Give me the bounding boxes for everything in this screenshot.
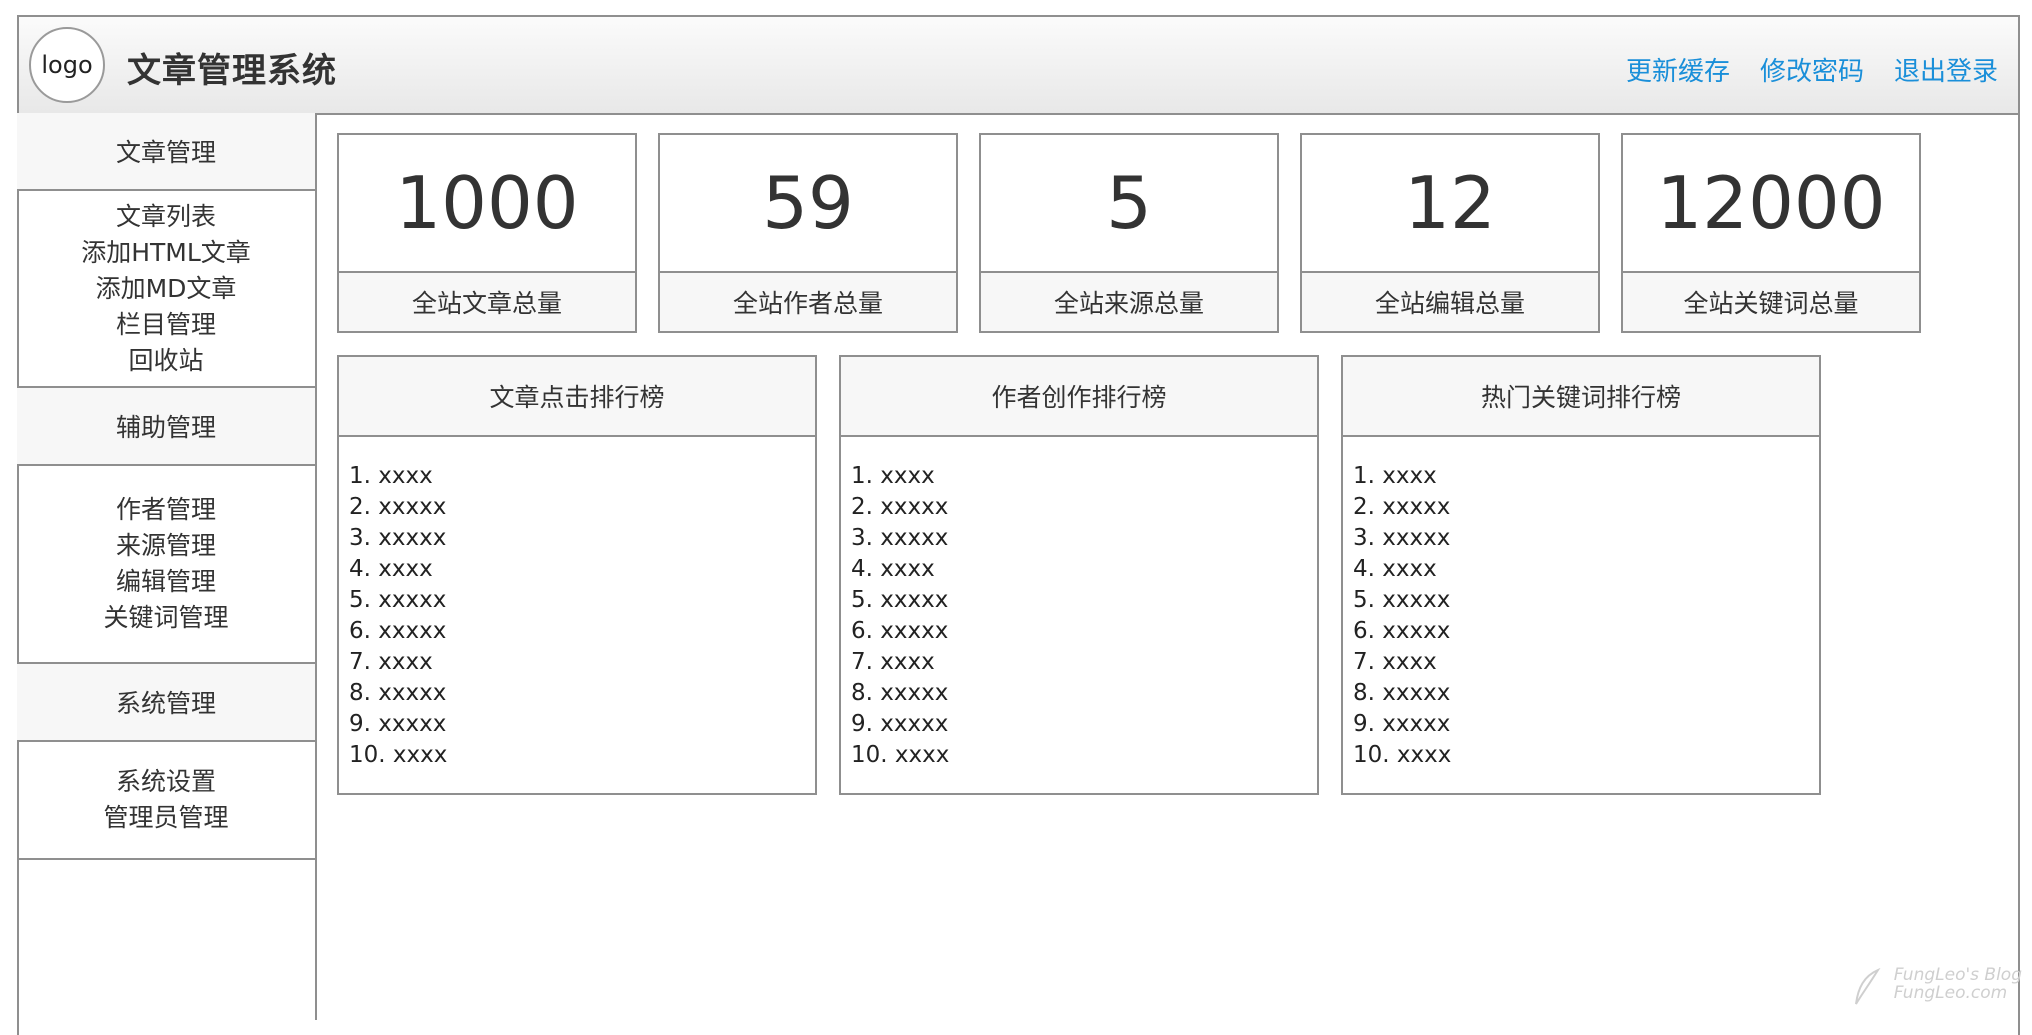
stat-label: 全站来源总量	[981, 273, 1277, 331]
nav-group-system-items: 系统设置 管理员管理	[17, 742, 315, 860]
ranking-list: 1. xxxx 2. xxxxx 3. xxxxx 4. xxxx 5. xxx…	[841, 437, 1317, 771]
stat-label: 全站作者总量	[660, 273, 956, 331]
ranking-item[interactable]: 4. xxxx	[851, 554, 1307, 585]
ranking-item[interactable]: 2. xxxxx	[851, 492, 1307, 523]
hot-keyword-ranking-panel: 热门关键词排行榜 1. xxxx 2. xxxxx 3. xxxxx 4. xx…	[1341, 355, 1821, 795]
logout-link[interactable]: 退出登录	[1894, 51, 1998, 88]
stat-value: 1000	[339, 135, 635, 273]
ranking-item[interactable]: 5. xxxxx	[1353, 585, 1809, 616]
ranking-item[interactable]: 10. xxxx	[1353, 740, 1809, 771]
ranking-item[interactable]: 9. xxxxx	[1353, 709, 1809, 740]
ranking-list: 1. xxxx 2. xxxxx 3. xxxxx 4. xxxx 5. xxx…	[1343, 437, 1819, 771]
ranking-item[interactable]: 5. xxxxx	[349, 585, 805, 616]
ranking-item[interactable]: 3. xxxxx	[1353, 523, 1809, 554]
change-password-link[interactable]: 修改密码	[1760, 51, 1864, 88]
header-actions: 更新缓存 修改密码 退出登录	[1626, 51, 1998, 88]
ranking-item[interactable]: 3. xxxxx	[349, 523, 805, 554]
stat-value: 12000	[1623, 135, 1919, 273]
nav-group-system-management[interactable]: 系统管理	[17, 664, 315, 742]
nav-item-author-management[interactable]: 作者管理	[116, 492, 216, 528]
ranking-item[interactable]: 6. xxxxx	[1353, 616, 1809, 647]
ranking-item[interactable]: 9. xxxxx	[349, 709, 805, 740]
author-creation-ranking-panel: 作者创作排行榜 1. xxxx 2. xxxxx 3. xxxxx 4. xxx…	[839, 355, 1319, 795]
nav-group-article-items: 文章列表 添加HTML文章 添加MD文章 栏目管理 回收站	[17, 191, 315, 388]
nav-item-keyword-management[interactable]: 关键词管理	[103, 600, 228, 636]
nav-item-system-settings[interactable]: 系统设置	[116, 764, 216, 800]
ranking-item[interactable]: 8. xxxxx	[1353, 678, 1809, 709]
ranking-item[interactable]: 6. xxxxx	[349, 616, 805, 647]
ranking-title: 热门关键词排行榜	[1343, 357, 1819, 437]
ranking-item[interactable]: 8. xxxxx	[349, 678, 805, 709]
ranking-item[interactable]: 3. xxxxx	[851, 523, 1307, 554]
ranking-item[interactable]: 7. xxxx	[349, 647, 805, 678]
header: logo 文章管理系统 更新缓存 修改密码 退出登录	[17, 15, 2020, 115]
nav-item-article-list[interactable]: 文章列表	[116, 199, 216, 235]
ranking-item[interactable]: 1. xxxx	[1353, 461, 1809, 492]
watermark-line1: FungLeo's Blog	[1893, 965, 2022, 985]
ranking-item[interactable]: 1. xxxx	[851, 461, 1307, 492]
ranking-item[interactable]: 8. xxxxx	[851, 678, 1307, 709]
stat-label: 全站关键词总量	[1623, 273, 1919, 331]
ranking-item[interactable]: 2. xxxxx	[349, 492, 805, 523]
logo[interactable]: logo	[29, 27, 105, 103]
ranking-item[interactable]: 1. xxxx	[349, 461, 805, 492]
ranking-item[interactable]: 4. xxxx	[349, 554, 805, 585]
refresh-cache-link[interactable]: 更新缓存	[1626, 51, 1730, 88]
article-click-ranking-panel: 文章点击排行榜 1. xxxx 2. xxxxx 3. xxxxx 4. xxx…	[337, 355, 817, 795]
nav-item-add-html-article[interactable]: 添加HTML文章	[81, 235, 251, 271]
sidebar: 文章管理 文章列表 添加HTML文章 添加MD文章 栏目管理 回收站 辅助管理 …	[17, 113, 317, 1020]
ranking-item[interactable]: 5. xxxxx	[851, 585, 1307, 616]
stat-label: 全站编辑总量	[1302, 273, 1598, 331]
ranking-item[interactable]: 10. xxxx	[349, 740, 805, 771]
stat-value: 59	[660, 135, 956, 273]
nav-group-auxiliary-management[interactable]: 辅助管理	[17, 388, 315, 466]
feather-icon	[1854, 968, 1881, 1005]
ranking-list: 1. xxxx 2. xxxxx 3. xxxxx 4. xxxx 5. xxx…	[339, 437, 815, 771]
ranking-item[interactable]: 2. xxxxx	[1353, 492, 1809, 523]
ranking-item[interactable]: 7. xxxx	[1353, 647, 1809, 678]
watermark: FungLeo's Blog FungLeo.com	[1854, 965, 2022, 1005]
stat-value: 12	[1302, 135, 1598, 273]
nav-item-add-md-article[interactable]: 添加MD文章	[96, 271, 237, 307]
main-content: 1000 全站文章总量 59 全站作者总量 5 全站来源总量 12 全站编辑总量…	[317, 113, 2017, 1013]
nav-item-source-management[interactable]: 来源管理	[116, 528, 216, 564]
stat-value: 5	[981, 135, 1277, 273]
stat-label: 全站文章总量	[339, 273, 635, 331]
stat-card-editors: 12 全站编辑总量	[1300, 133, 1600, 333]
ranking-item[interactable]: 9. xxxxx	[851, 709, 1307, 740]
stat-card-authors: 59 全站作者总量	[658, 133, 958, 333]
ranking-title: 作者创作排行榜	[841, 357, 1317, 437]
ranking-item[interactable]: 4. xxxx	[1353, 554, 1809, 585]
stat-card-keywords: 12000 全站关键词总量	[1621, 133, 1921, 333]
nav-item-editor-management[interactable]: 编辑管理	[116, 564, 216, 600]
nav-item-admin-management[interactable]: 管理员管理	[103, 800, 228, 836]
stat-card-articles: 1000 全站文章总量	[337, 133, 637, 333]
ranking-title: 文章点击排行榜	[339, 357, 815, 437]
nav-item-recycle-bin[interactable]: 回收站	[128, 343, 203, 379]
ranking-item[interactable]: 6. xxxxx	[851, 616, 1307, 647]
stat-card-sources: 5 全站来源总量	[979, 133, 1279, 333]
nav-group-article-management[interactable]: 文章管理	[17, 113, 315, 191]
ranking-item[interactable]: 7. xxxx	[851, 647, 1307, 678]
ranking-item[interactable]: 10. xxxx	[851, 740, 1307, 771]
nav-group-auxiliary-items: 作者管理 来源管理 编辑管理 关键词管理	[17, 466, 315, 664]
watermark-line2: FungLeo.com	[1893, 983, 2008, 1003]
app-title: 文章管理系统	[127, 51, 337, 91]
nav-item-column-management[interactable]: 栏目管理	[116, 307, 216, 343]
